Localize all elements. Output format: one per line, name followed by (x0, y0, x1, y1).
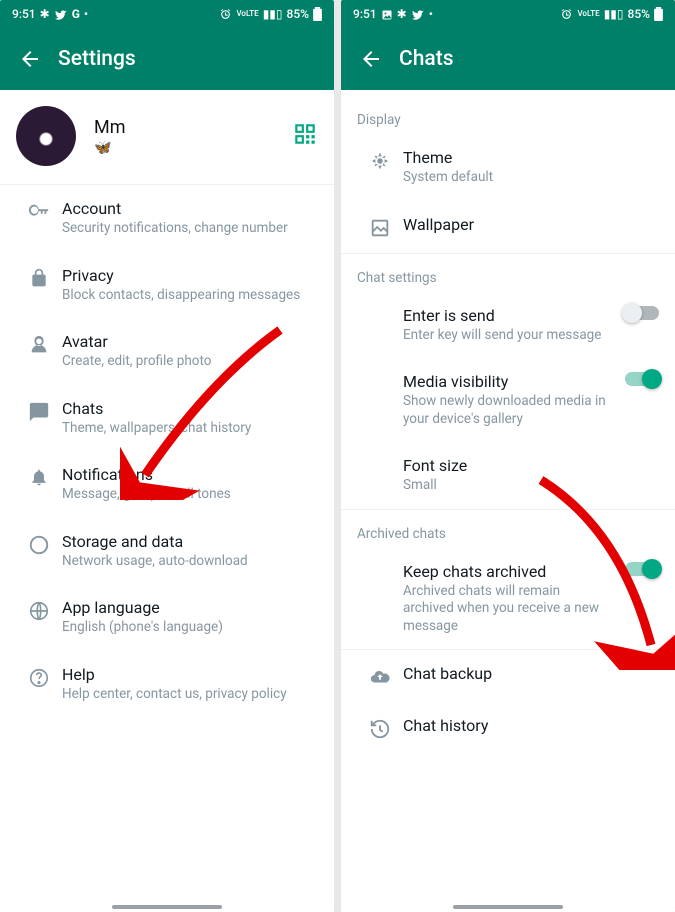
qr-icon[interactable] (292, 121, 318, 151)
settings-item-account[interactable]: AccountSecurity notifications, change nu… (0, 185, 334, 252)
settings-item-notifications[interactable]: NotificationsMessage, group & call tones (0, 451, 334, 518)
google-icon: G (72, 7, 80, 21)
settings-item-storage[interactable]: Storage and dataNetwork usage, auto-down… (0, 518, 334, 585)
avatar (16, 106, 76, 166)
globe-icon (16, 598, 62, 622)
row-wallpaper[interactable]: Wallpaper (341, 201, 675, 253)
status-bar: 9:51 ✱ • VoLTE ▮▮▯ 85% (341, 0, 675, 28)
image-icon (381, 7, 393, 21)
chat-icon (16, 399, 62, 423)
signal-icon: ▮▮▯ (604, 7, 624, 21)
app-bar: Settings (0, 28, 334, 90)
row-keep-archived[interactable]: Keep chats archivedArchived chats will r… (341, 548, 675, 650)
volte-icon: VoLTE (236, 10, 258, 18)
volte-icon: VoLTE (577, 10, 599, 18)
back-button[interactable] (351, 39, 391, 79)
history-icon (357, 716, 403, 740)
twitter-icon (54, 7, 68, 21)
battery-percent: 85% (287, 7, 309, 21)
help-icon (16, 665, 62, 689)
row-chat-backup[interactable]: Chat backup (341, 650, 675, 702)
battery-icon (654, 7, 663, 22)
gesture-bar (453, 905, 563, 909)
row-theme[interactable]: ThemeSystem default (341, 134, 675, 201)
data-icon (16, 532, 62, 556)
toggle-enter-send[interactable] (625, 306, 659, 320)
row-font-size[interactable]: Font sizeSmall (341, 442, 675, 509)
settings-item-avatar[interactable]: AvatarCreate, edit, profile photo (0, 318, 334, 385)
toggle-keep-archived[interactable] (625, 562, 659, 576)
gesture-bar (112, 905, 222, 909)
status-time: 9:51 (12, 7, 36, 21)
battery-icon (313, 7, 322, 22)
avatar-icon (16, 332, 62, 356)
status-time: 9:51 (353, 7, 377, 21)
profile-row[interactable]: Mm 🦋 (0, 90, 334, 185)
section-chat-settings: Chat settings (341, 253, 675, 292)
settings-content[interactable]: Mm 🦋 AccountSecurity notifications, chan… (0, 90, 334, 912)
alarm-icon (560, 7, 573, 21)
theme-icon (357, 148, 403, 172)
row-enter-is-send[interactable]: Enter is sendEnter key will send your me… (341, 292, 675, 359)
more-icon: • (84, 7, 88, 21)
section-display: Display (341, 90, 675, 134)
cloud-icon (357, 664, 403, 688)
back-button[interactable] (10, 39, 50, 79)
bell-icon (16, 465, 62, 487)
chats-content[interactable]: Display ThemeSystem default Wallpaper Ch… (341, 90, 675, 912)
chats-screen: 9:51 ✱ • VoLTE ▮▮▯ 85% Chats Display The… (341, 0, 675, 912)
page-title: Settings (58, 47, 136, 71)
settings-screen: 9:51 ✱ G • VoLTE ▮▮▯ 85% Settings Mm 🦋 (0, 0, 334, 912)
lock-icon (16, 266, 62, 288)
signal-icon: ▮▮▯ (263, 7, 283, 21)
settings-item-privacy[interactable]: PrivacyBlock contacts, disappearing mess… (0, 252, 334, 319)
profile-status: 🦋 (94, 140, 292, 156)
row-media-visibility[interactable]: Media visibilityShow newly downloaded me… (341, 358, 675, 442)
app-bar: Chats (341, 28, 675, 90)
more-icon: • (429, 7, 433, 21)
profile-name: Mm (94, 117, 292, 138)
page-title: Chats (399, 47, 454, 71)
battery-percent: 85% (628, 7, 650, 21)
slack-icon: ✱ (40, 7, 50, 21)
slack-icon: ✱ (397, 7, 407, 21)
settings-item-help[interactable]: HelpHelp center, contact us, privacy pol… (0, 651, 334, 718)
key-icon (16, 199, 62, 223)
toggle-media-visibility[interactable] (625, 372, 659, 386)
section-archived: Archived chats (341, 509, 675, 548)
row-chat-history[interactable]: Chat history (341, 702, 675, 754)
status-bar: 9:51 ✱ G • VoLTE ▮▮▯ 85% (0, 0, 334, 28)
settings-item-language[interactable]: App languageEnglish (phone's language) (0, 584, 334, 651)
settings-item-chats[interactable]: ChatsTheme, wallpapers, chat history (0, 385, 334, 452)
alarm-icon (219, 7, 232, 21)
twitter-icon (411, 7, 425, 21)
wallpaper-icon (357, 215, 403, 239)
